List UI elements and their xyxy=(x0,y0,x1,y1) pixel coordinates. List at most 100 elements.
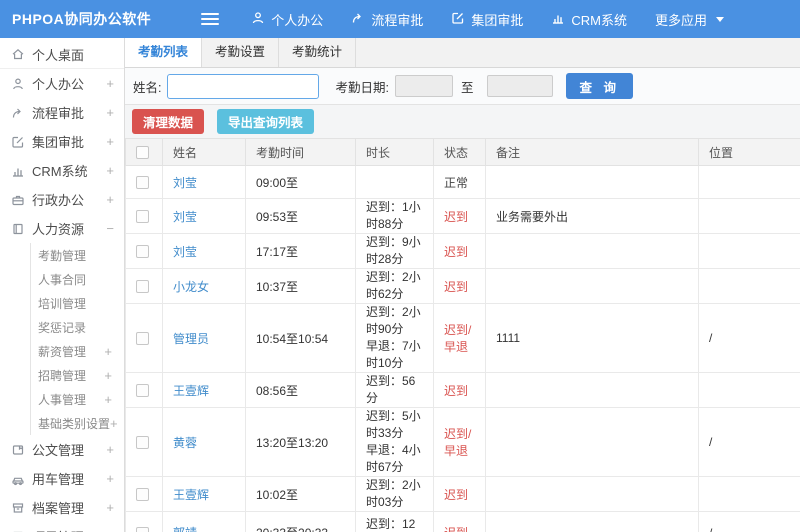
sidebar-item-label: 人力资源 xyxy=(32,222,85,237)
row-checkbox[interactable] xyxy=(136,176,149,190)
app-window: PHPOA协同办公软件 个人办公 流程审批 集团审批 CRM系统 更多应用 个人… xyxy=(0,0,800,532)
expand-toggle[interactable]: + xyxy=(110,416,118,431)
sidebar-item-label: 流程审批 xyxy=(32,106,85,121)
export-list-button[interactable]: 导出查询列表 xyxy=(217,109,315,134)
sidebar-item-attendance-mgmt[interactable]: 考勤管理 xyxy=(31,243,124,267)
sidebar-item-personnel-mgmt[interactable]: 人事管理 + xyxy=(31,387,124,411)
nav-personal-office[interactable]: 个人办公 xyxy=(237,0,337,38)
duration-cell: 迟到：2小时90分 早退：7小时10分 xyxy=(355,303,434,373)
car-icon xyxy=(11,472,25,486)
row-checkbox[interactable] xyxy=(136,384,149,398)
sidebar-item-label: 个人桌面 xyxy=(32,47,85,63)
row-checkbox[interactable] xyxy=(136,332,149,346)
sidebar-item-document-mgmt[interactable]: 公文管理 + xyxy=(0,435,124,464)
sidebar-item-hr[interactable]: 人力资源 − xyxy=(0,214,124,243)
employee-name-link[interactable]: 刘莹 xyxy=(173,210,197,224)
employee-name-link[interactable]: 郭靖 xyxy=(173,526,197,532)
tab-attendance-stats[interactable]: 考勤统计 xyxy=(279,38,357,67)
employee-name-link[interactable]: 刘莹 xyxy=(173,176,197,190)
nav-group-approval[interactable]: 集团审批 xyxy=(437,0,537,38)
table-row: 王壹辉 10:02至 迟到：2小时03分 迟到 xyxy=(125,476,800,512)
clean-data-button[interactable]: 清理数据 xyxy=(132,109,205,134)
sidebar-item-reward-punishment[interactable]: 奖惩记录 xyxy=(31,315,124,339)
attendance-time: 10:37至 xyxy=(245,268,356,304)
status-badge: 迟到 xyxy=(433,198,486,234)
expand-toggle[interactable]: + xyxy=(106,105,114,120)
note-cell xyxy=(485,165,699,199)
brand-logo[interactable]: PHPOA协同办公软件 xyxy=(0,9,163,29)
query-button[interactable]: 查 询 xyxy=(566,73,633,99)
duration-cell: 迟到：1小时88分 xyxy=(355,198,434,234)
employee-name-link[interactable]: 小龙女 xyxy=(173,280,209,294)
sidebar-item-label: 集团审批 xyxy=(32,135,85,150)
employee-name-link[interactable]: 管理员 xyxy=(173,332,209,346)
nav-crm-system[interactable]: CRM系统 xyxy=(537,0,641,38)
sidebar-item-admin-office[interactable]: 行政办公 + xyxy=(0,185,124,214)
employee-name-link[interactable]: 黄蓉 xyxy=(173,436,197,450)
employee-name-link[interactable]: 王壹辉 xyxy=(173,488,209,502)
sidebar-item-label: 用车管理 xyxy=(32,472,85,487)
nav-label: CRM系统 xyxy=(571,12,627,28)
sidebar-item-project-mgmt[interactable]: 项目管理 + xyxy=(0,522,124,532)
sidebar-item-vehicle-mgmt[interactable]: 用车管理 + xyxy=(0,464,124,493)
top-nav-menu: 个人办公 流程审批 集团审批 CRM系统 更多应用 xyxy=(237,0,738,38)
sidebar-item-personal-desktop[interactable]: 个人桌面 xyxy=(0,40,124,69)
sidebar-item-label: CRM系统 xyxy=(32,164,88,179)
expand-toggle[interactable]: + xyxy=(106,500,114,515)
home-icon xyxy=(11,47,25,61)
expand-toggle[interactable]: − xyxy=(106,221,114,236)
name-input[interactable] xyxy=(167,73,320,99)
row-checkbox[interactable] xyxy=(136,245,149,259)
nav-more-apps[interactable]: 更多应用 xyxy=(641,0,738,38)
expand-toggle[interactable]: + xyxy=(106,442,114,457)
expand-toggle[interactable]: + xyxy=(104,368,112,383)
sidebar-item-training-mgmt[interactable]: 培训管理 xyxy=(31,291,124,315)
attendance-table: 姓名 考勤时间 时长 状态 备注 位置 刘莹 09:00至 正常 刘莹 09:5… xyxy=(125,138,800,532)
chart-icon xyxy=(551,11,565,28)
employee-name-link[interactable]: 刘莹 xyxy=(173,245,197,259)
row-checkbox[interactable] xyxy=(136,210,149,224)
expand-toggle[interactable]: + xyxy=(106,192,114,207)
sidebar-item-label: 档案管理 xyxy=(32,501,85,516)
location-cell xyxy=(698,268,800,304)
location-cell: / xyxy=(698,511,800,532)
duration-cell: 迟到：2小时03分 xyxy=(355,476,434,512)
expand-toggle[interactable]: + xyxy=(106,471,114,486)
row-checkbox[interactable] xyxy=(136,436,149,450)
date-to-input[interactable] xyxy=(487,75,554,97)
book-icon xyxy=(11,222,25,236)
sidebar-item-personal-office[interactable]: 个人办公 + xyxy=(0,69,124,98)
sidebar-item-process-approval[interactable]: 流程审批 + xyxy=(0,98,124,127)
tab-bar: 考勤列表 考勤设置 考勤统计 xyxy=(125,38,800,68)
sidebar-item-crm[interactable]: CRM系统 + xyxy=(0,156,124,185)
location-cell: / xyxy=(698,407,800,477)
table-row: 王壹辉 08:56至 迟到：56分 迟到 xyxy=(125,372,800,408)
expand-toggle[interactable]: + xyxy=(106,163,114,178)
row-checkbox[interactable] xyxy=(136,280,149,294)
header-checkbox-cell xyxy=(125,138,163,166)
sidebar-item-recruit-mgmt[interactable]: 招聘管理 + xyxy=(31,363,124,387)
employee-name-link[interactable]: 王壹辉 xyxy=(173,384,209,398)
date-from-input[interactable] xyxy=(394,75,453,97)
nav-process-approval[interactable]: 流程审批 xyxy=(337,0,437,38)
row-checkbox[interactable] xyxy=(136,488,149,502)
sidebar-item-salary-mgmt[interactable]: 薪资管理 + xyxy=(31,339,124,363)
sidebar-item-group-approval[interactable]: 集团审批 + xyxy=(0,127,124,156)
status-badge: 迟到 xyxy=(433,233,486,269)
sidebar-item-base-category[interactable]: 基础类别设置 + xyxy=(31,411,124,435)
row-checkbox[interactable] xyxy=(136,526,149,532)
tab-attendance-list[interactable]: 考勤列表 xyxy=(125,38,203,67)
expand-toggle[interactable]: + xyxy=(106,134,114,149)
expand-toggle[interactable]: + xyxy=(104,344,112,359)
note-cell xyxy=(485,372,699,408)
sidebar-item-archive-mgmt[interactable]: 档案管理 + xyxy=(0,493,124,522)
location-cell xyxy=(698,476,800,512)
expand-toggle[interactable]: + xyxy=(104,392,112,407)
sidebar-item-hr-contract[interactable]: 人事合同 xyxy=(31,267,124,291)
expand-toggle[interactable]: + xyxy=(106,76,114,91)
select-all-checkbox[interactable] xyxy=(136,146,149,160)
menu-toggle-icon[interactable] xyxy=(201,10,220,28)
status-badge: 迟到 xyxy=(433,268,486,304)
edit-icon xyxy=(11,135,25,149)
tab-attendance-settings[interactable]: 考勤设置 xyxy=(202,38,280,67)
